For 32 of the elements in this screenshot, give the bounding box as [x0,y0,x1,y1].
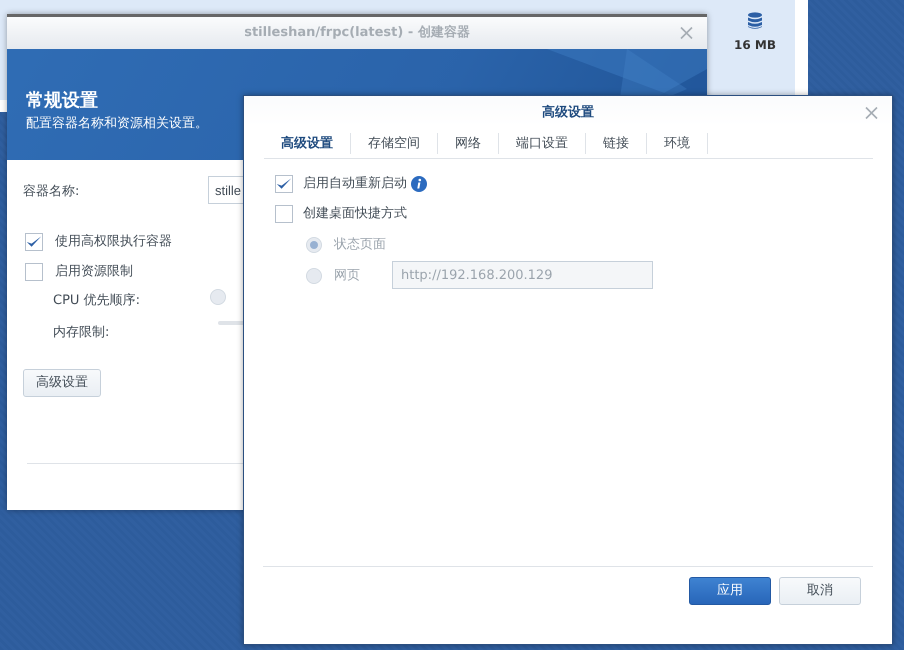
checkbox[interactable] [25,232,43,251]
close-icon[interactable] [865,106,878,119]
tab[interactable]: 存储空间 [351,133,438,154]
checkbox[interactable] [275,204,293,223]
tab[interactable]: 端口设置 [499,133,586,154]
tab[interactable]: 高级设置 [264,133,351,154]
field-label: CPU 优先顺序: [53,292,140,310]
info-icon[interactable] [411,176,427,192]
field-label: 内存限制: [53,324,110,342]
cancel-button[interactable]: 取消 [779,577,861,605]
radio-label: 网页 [334,267,360,285]
radio-button[interactable] [210,289,226,305]
checkbox-label: 启用资源限制 [55,263,133,281]
window-title: stilleshan/frpc(latest) - 创建容器 [244,24,470,42]
tab[interactable]: 网络 [438,133,499,154]
section-title: 常规设置 [26,89,98,113]
database-icon [747,12,763,30]
close-icon[interactable] [680,26,693,40]
tab[interactable]: 链接 [586,133,647,154]
apply-button[interactable]: 应用 [689,577,771,605]
storage-size: 16 MB [734,37,776,54]
checkbox-label: 创建桌面快捷方式 [303,205,407,223]
advanced-settings-button[interactable]: 高级设置 [23,369,101,397]
checkbox-label: 使用高权限执行容器 [55,233,172,251]
field-label: 容器名称: [23,183,80,201]
tab[interactable]: 环境 [647,133,708,154]
dialog-title: 高级设置 [542,104,594,122]
checkbox-label: 启用自动重新启动 [303,175,407,193]
checkbox[interactable] [275,174,293,193]
radio-label: 状态页面 [334,236,386,254]
checkbox[interactable] [25,262,43,281]
section-subtitle: 配置容器名称和资源相关设置。 [26,115,208,133]
